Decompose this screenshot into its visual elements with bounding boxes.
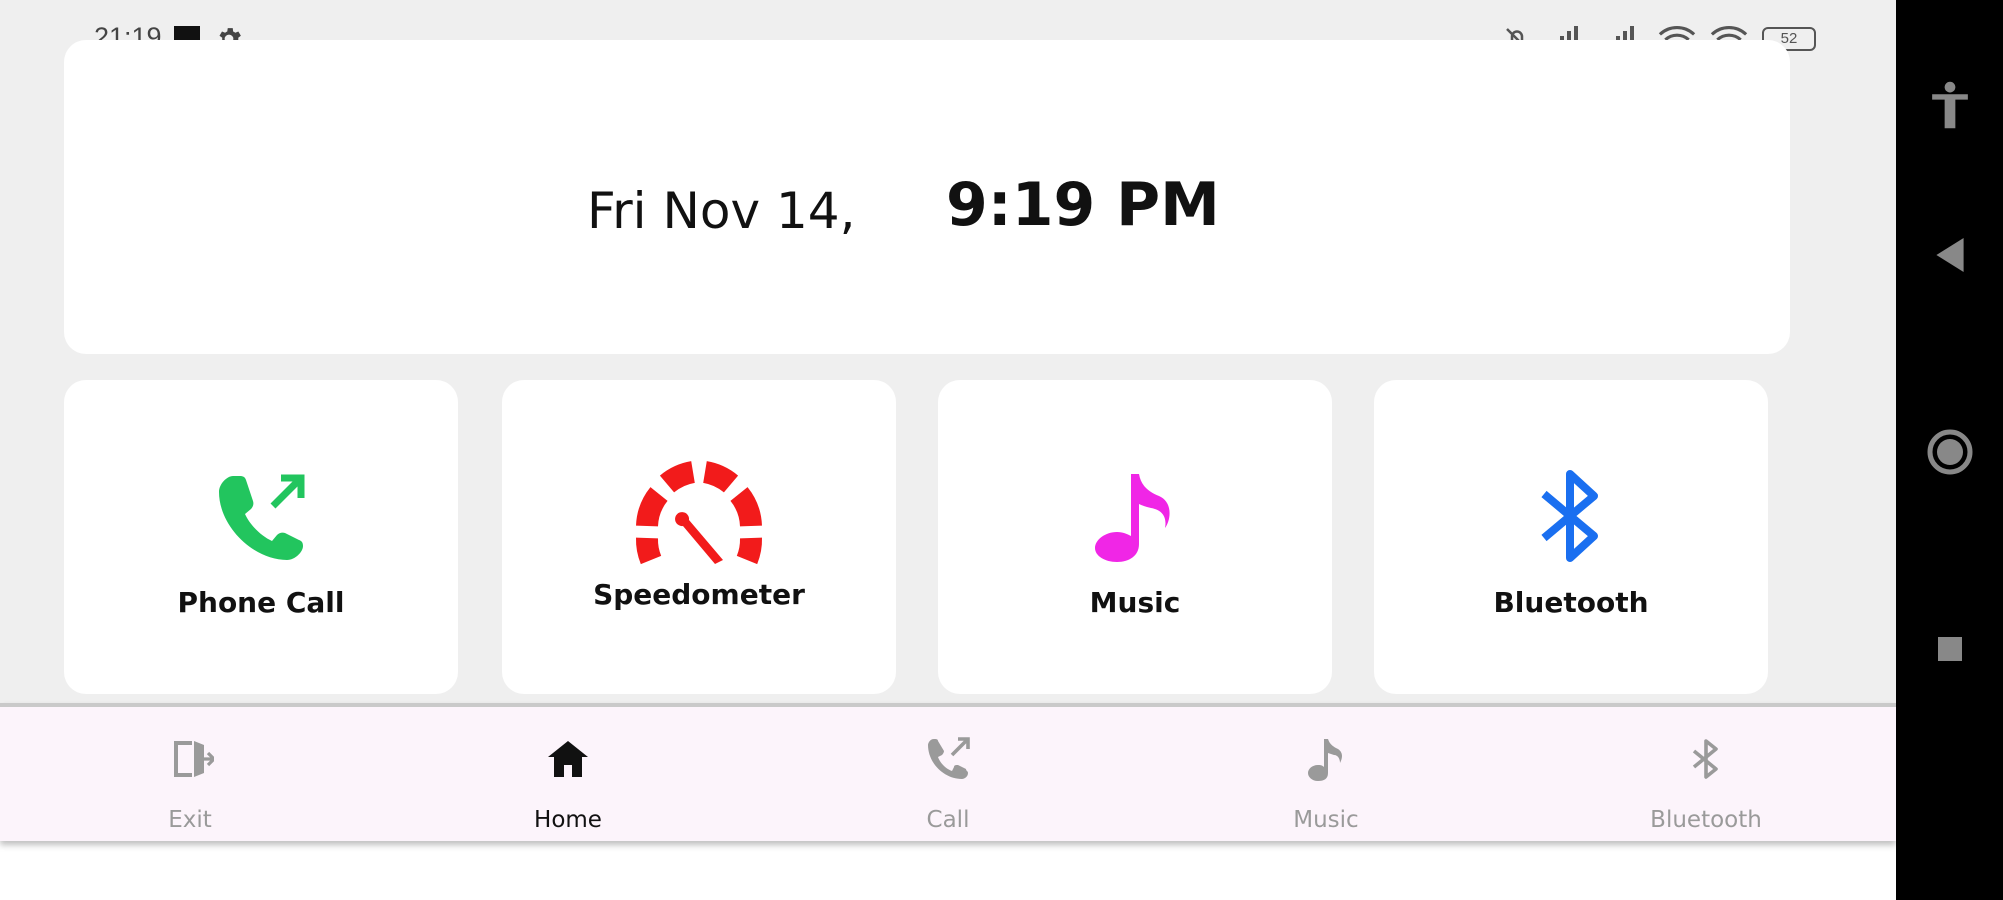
tile-label: Phone Call bbox=[177, 586, 345, 619]
nav-item-exit[interactable]: Exit bbox=[110, 727, 270, 833]
clock-card bbox=[64, 40, 1790, 354]
bottom-navigation: Exit Home Call Music Bluetooth bbox=[0, 703, 1896, 841]
nav-item-call[interactable]: Call bbox=[868, 727, 1028, 833]
nav-label: Music bbox=[1293, 807, 1359, 833]
speedometer-icon bbox=[636, 461, 762, 565]
home-circle-icon[interactable] bbox=[1926, 428, 1974, 476]
music-icon bbox=[1308, 739, 1342, 781]
call-icon bbox=[928, 737, 970, 779]
bluetooth-icon bbox=[1541, 470, 1598, 562]
nav-item-music[interactable]: Music bbox=[1246, 727, 1406, 833]
accessibility-icon[interactable] bbox=[1928, 80, 1972, 130]
system-navigation-bar bbox=[1896, 0, 2003, 900]
bluetooth-icon bbox=[1692, 739, 1718, 779]
app-screen: 21:19 52 Fri Nov 14, 9:19 PM Phone Call bbox=[0, 0, 1896, 900]
nav-item-bluetooth[interactable]: Bluetooth bbox=[1626, 727, 1786, 833]
nav-label: Call bbox=[926, 807, 970, 833]
nav-label: Bluetooth bbox=[1650, 807, 1762, 833]
tile-phone-call[interactable]: Phone Call bbox=[64, 380, 458, 694]
tile-label: Music bbox=[1089, 586, 1181, 619]
phone-call-icon bbox=[219, 474, 305, 560]
music-note-icon bbox=[1095, 474, 1170, 562]
recents-icon[interactable] bbox=[1935, 634, 1965, 664]
home-icon bbox=[548, 741, 588, 777]
nav-label: Home bbox=[534, 807, 602, 833]
exit-icon bbox=[174, 741, 214, 777]
tile-label: Speedometer bbox=[593, 578, 805, 611]
back-icon[interactable] bbox=[1933, 236, 1967, 274]
tile-bluetooth[interactable]: Bluetooth bbox=[1374, 380, 1768, 694]
clock-date: Fri Nov 14, bbox=[587, 182, 856, 240]
tile-label: Bluetooth bbox=[1493, 586, 1649, 619]
tile-music[interactable]: Music bbox=[938, 380, 1332, 694]
nav-item-home[interactable]: Home bbox=[488, 727, 648, 833]
clock-time: 9:19 PM bbox=[946, 170, 1220, 240]
tile-speedometer[interactable]: Speedometer bbox=[502, 380, 896, 694]
nav-label: Exit bbox=[168, 807, 212, 833]
